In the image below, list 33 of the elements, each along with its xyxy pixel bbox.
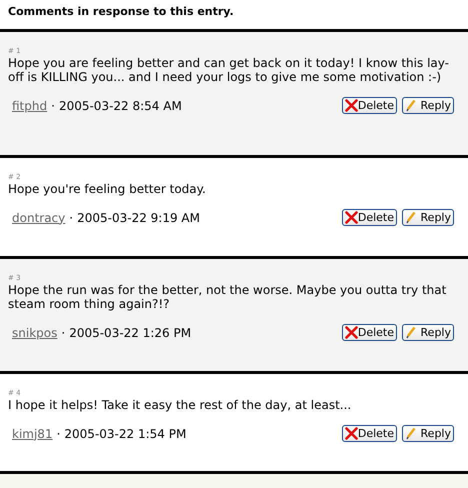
cross-icon: [344, 211, 358, 224]
pencil-icon: [405, 99, 418, 112]
section-heading: Comments in response to this entry.: [8, 5, 234, 18]
pencil-icon: [405, 211, 418, 224]
author-link[interactable]: fitphd: [12, 98, 48, 112]
comment-date: 2005-03-22 9:19 AM: [77, 210, 200, 224]
delete-button[interactable]: Delete: [342, 425, 398, 442]
comment-text: Hope you are feeling better and can get back on it today! I know this lay-off is KILLING you... and I need your logs to give me some motivation :-): [8, 56, 450, 84]
cross-icon: [344, 99, 358, 112]
pencil-icon: [405, 427, 418, 440]
comment-date: 2005-03-22 1:26 PM: [69, 326, 192, 340]
comment-text: I hope it helps! Take it easy the rest of the day, at least...: [8, 398, 352, 412]
reply-button[interactable]: Reply: [402, 97, 454, 114]
comment-date: 2005-03-22 8:54 AM: [58, 98, 182, 112]
reply-button[interactable]: Reply: [402, 425, 454, 442]
separator-dot: ·: [51, 98, 55, 112]
comment-text: Hope you're feeling better today.: [8, 182, 207, 196]
reply-button[interactable]: Reply: [402, 209, 454, 226]
separator-dot: ·: [69, 210, 74, 224]
cross-icon: [344, 326, 358, 339]
pencil-icon: [405, 326, 418, 339]
separator-dot: ·: [56, 426, 60, 440]
author-link[interactable]: snikpos: [12, 326, 58, 340]
separator-dot: ·: [61, 326, 66, 340]
comment-date: 2005-03-22 1:54 PM: [64, 426, 186, 440]
cross-icon: [344, 427, 358, 440]
author-link[interactable]: dontracy: [12, 210, 66, 224]
author-link[interactable]: kimj81: [12, 426, 53, 440]
delete-button[interactable]: Delete: [342, 324, 398, 341]
delete-button[interactable]: Delete: [342, 209, 398, 226]
delete-button[interactable]: Delete: [342, 97, 398, 114]
reply-button[interactable]: Reply: [402, 324, 454, 341]
comment-text: Hope the run was for the better, not the worse. Maybe you outta try that steam room thing again?!?: [8, 283, 448, 311]
